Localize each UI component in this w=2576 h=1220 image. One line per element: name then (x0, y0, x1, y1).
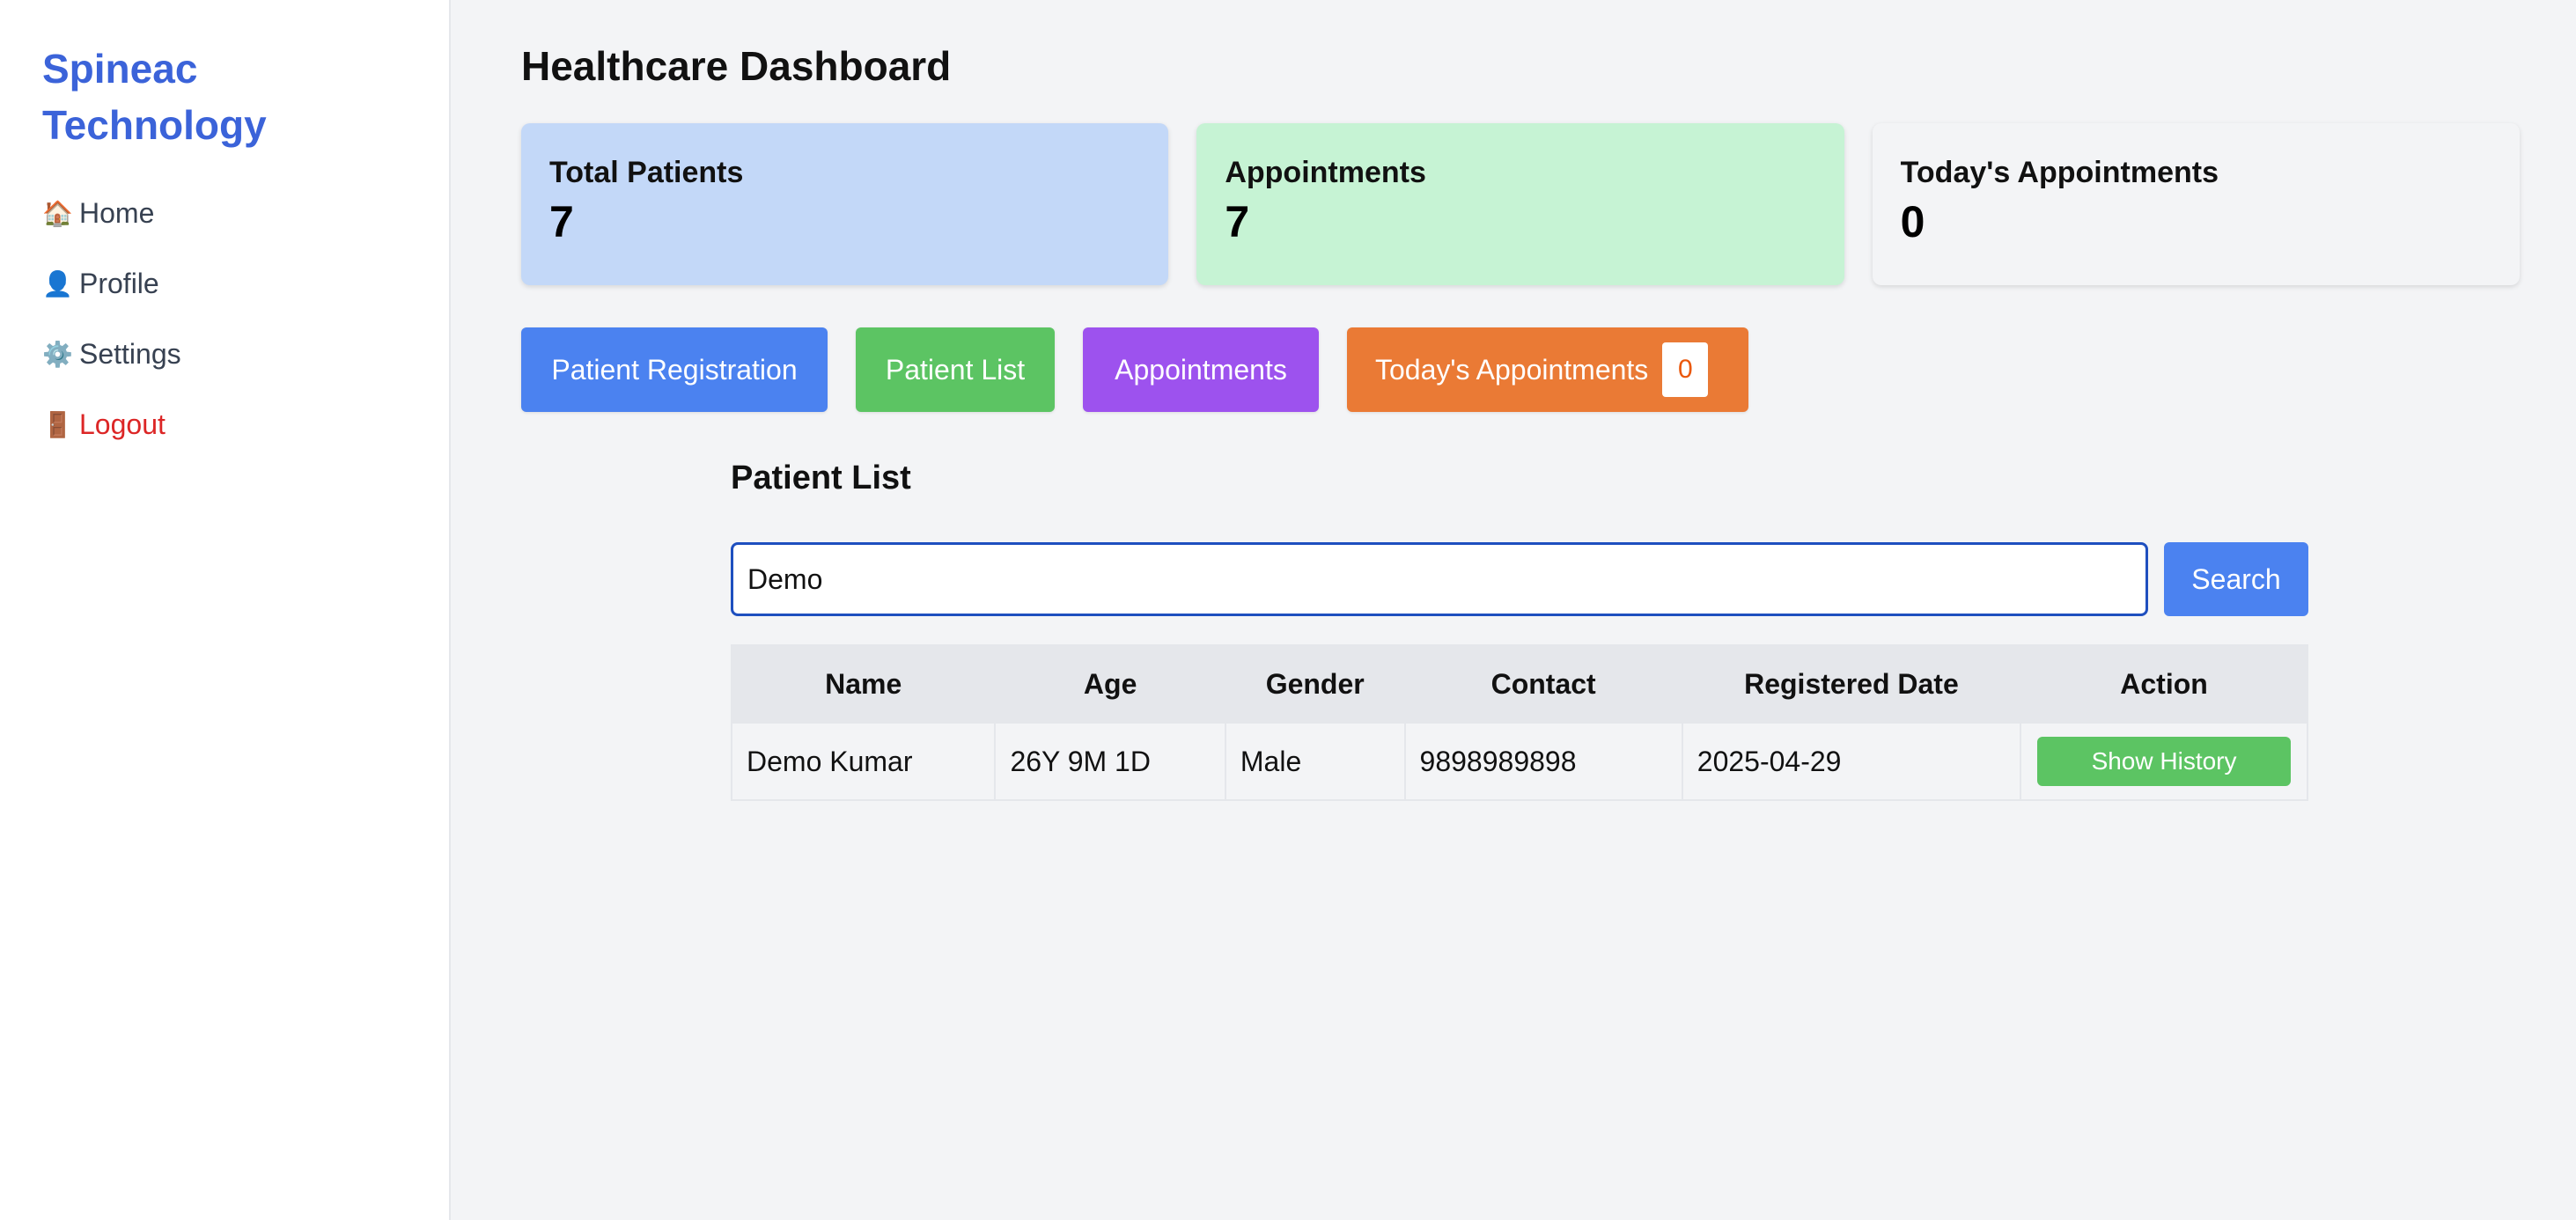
sidebar-item-profile[interactable]: 👤 Profile (42, 262, 407, 305)
column-header-registered-date: Registered Date (1681, 644, 2022, 724)
sidebar: Spineac Technology 🏠 Home 👤 Profile ⚙️ S… (0, 0, 451, 1220)
search-input[interactable] (731, 542, 2148, 616)
sidebar-item-label: Settings (79, 337, 181, 370)
search-button[interactable]: Search (2164, 542, 2308, 616)
search-row: Search (731, 542, 2308, 616)
patient-list-title: Patient List (731, 459, 911, 496)
home-icon: 🏠 (42, 199, 73, 227)
stat-card-value: 7 (1225, 197, 1250, 246)
stat-card-label: Appointments (1225, 156, 1426, 189)
cell-name: Demo Kumar (730, 722, 997, 801)
gear-icon: ⚙️ (42, 340, 73, 368)
cell-age: 26Y 9M 1D (994, 722, 1226, 801)
stat-card-todays-appointments: Today's Appointments 0 (1872, 123, 2520, 285)
door-icon: 🚪 (42, 410, 73, 438)
cell-action: Show History (2020, 722, 2308, 801)
sidebar-item-label: Profile (79, 267, 159, 299)
app-root: Spineac Technology 🏠 Home 👤 Profile ⚙️ S… (0, 0, 2576, 1220)
sidebar-item-home[interactable]: 🏠 Home (42, 192, 407, 234)
brand-logo-text[interactable]: Spineac Technology (42, 40, 407, 153)
table-header-row: Name Age Gender Contact Registered Date … (730, 644, 2308, 724)
brand-line-2: Technology (42, 102, 267, 148)
stat-card-appointments: Appointments 7 (1196, 123, 1844, 285)
column-header-name: Name (730, 644, 997, 724)
stat-card-value: 7 (549, 197, 574, 246)
sidebar-item-label: Logout (79, 408, 166, 440)
patient-table: Name Age Gender Contact Registered Date … (730, 644, 2308, 801)
sidebar-item-settings[interactable]: ⚙️ Settings (42, 333, 407, 375)
action-buttons: Patient Registration Patient List Appoin… (521, 327, 1748, 412)
column-header-action: Action (2020, 644, 2308, 724)
cell-contact: 9898989898 (1403, 722, 1683, 801)
stat-card-total-patients: Total Patients 7 (521, 123, 1169, 285)
patient-registration-button[interactable]: Patient Registration (521, 327, 828, 412)
user-icon: 👤 (42, 269, 73, 298)
main-content: Healthcare Dashboard Total Patients 7 Ap… (451, 0, 2576, 1220)
sidebar-item-label: Home (79, 196, 155, 229)
stat-card-value: 0 (1900, 197, 1925, 246)
stat-cards: Total Patients 7 Appointments 7 Today's … (521, 123, 2520, 285)
appointments-button[interactable]: Appointments (1083, 327, 1319, 412)
table-row: Demo Kumar 26Y 9M 1D Male 9898989898 202… (730, 722, 2308, 801)
page-title: Healthcare Dashboard (521, 43, 952, 89)
patient-list-panel: Patient List Search Name Age Gender Cont… (730, 449, 2308, 801)
stat-card-label: Total Patients (549, 156, 744, 189)
column-header-age: Age (994, 644, 1226, 724)
sidebar-nav: 🏠 Home 👤 Profile ⚙️ Settings 🚪 Logout (42, 192, 407, 445)
cell-registered-date: 2025-04-29 (1681, 722, 2022, 801)
sidebar-item-logout[interactable]: 🚪 Logout (42, 403, 407, 445)
column-header-gender: Gender (1224, 644, 1406, 724)
patient-list-button[interactable]: Patient List (856, 327, 1055, 412)
cell-gender: Male (1224, 722, 1406, 801)
stat-card-label: Today's Appointments (1900, 156, 2219, 189)
todays-appointments-label: Today's Appointments (1375, 353, 1649, 386)
column-header-contact: Contact (1403, 644, 1683, 724)
todays-appointments-count-badge: 0 (1662, 342, 1709, 397)
brand-line-1: Spineac (42, 46, 198, 92)
show-history-button[interactable]: Show History (2037, 737, 2292, 786)
todays-appointments-button[interactable]: Today's Appointments 0 (1347, 327, 1748, 412)
